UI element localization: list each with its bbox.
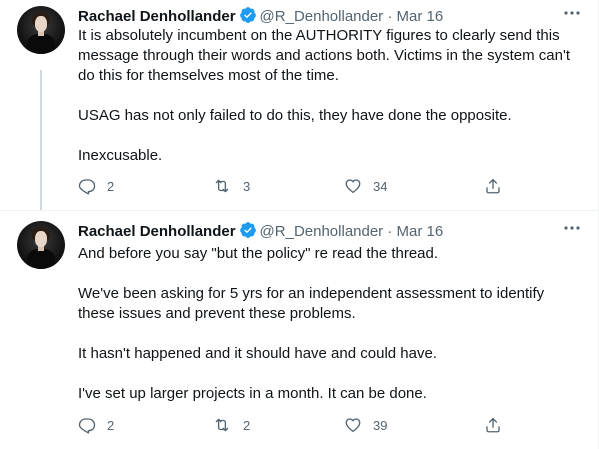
like-count: 39: [373, 417, 388, 433]
tweet-actions: 2 3 34: [78, 177, 518, 197]
reply-button[interactable]: 2: [78, 177, 114, 195]
like-icon: [345, 418, 361, 433]
share-button[interactable]: [484, 177, 502, 195]
reply-icon: [78, 179, 96, 195]
separator: ·: [387, 8, 393, 25]
thread-line: [40, 70, 42, 210]
separator: ·: [387, 223, 393, 240]
retweet-button[interactable]: 2: [212, 416, 250, 434]
avatar[interactable]: [17, 6, 65, 54]
reply-button[interactable]: 2: [78, 416, 114, 434]
like-count: 34: [373, 178, 388, 194]
share-icon: [486, 178, 500, 194]
reply-icon: [78, 418, 96, 434]
tweet-text: It is absolutely incumbent on the AUTHOR…: [78, 26, 583, 166]
tweet[interactable]: Rachael Denhollander @R_Denhollander · Ma…: [0, 0, 598, 210]
more-icon[interactable]: [562, 221, 582, 235]
reply-count: 2: [107, 417, 115, 433]
retweet-count: 3: [243, 178, 251, 194]
tweet-date[interactable]: Mar 16: [397, 223, 444, 240]
retweet-icon: [215, 179, 229, 193]
retweet-button[interactable]: 3: [212, 177, 250, 195]
tweet-paragraph: USAG has not only failed to do this, the…: [78, 107, 512, 124]
tweet-paragraph: We've been asking for 5 yrs for an indep…: [78, 285, 545, 322]
reply-count: 2: [107, 178, 115, 194]
avatar[interactable]: [17, 221, 65, 269]
retweet-count: 2: [243, 417, 251, 433]
tweet-paragraph: It is absolutely incumbent on the AUTHOR…: [78, 27, 570, 84]
tweet-paragraph: And before you say "but the policy" re r…: [78, 245, 439, 262]
tweet-paragraph: I've set up larger projects in a month. …: [78, 385, 427, 402]
author-name[interactable]: Rachael Denhollander: [78, 223, 236, 240]
tweet-paragraph: Inexcusable.: [78, 147, 163, 164]
share-icon: [486, 417, 500, 433]
author-handle[interactable]: @R_Denhollander: [260, 223, 384, 240]
tweet[interactable]: Rachael Denhollander @R_Denhollander · Ma…: [0, 210, 598, 449]
like-icon: [345, 179, 361, 194]
like-button[interactable]: 39: [344, 416, 387, 434]
tweet-text: And before you say "but the policy" re r…: [78, 244, 583, 404]
tweet-date[interactable]: Mar 16: [397, 8, 444, 25]
tweet-header: Rachael Denhollander @R_Denhollander · Ma…: [78, 6, 578, 26]
tweet-actions: 2 2 39: [78, 416, 518, 436]
verified-badge-icon: [239, 221, 257, 243]
author-name[interactable]: Rachael Denhollander: [78, 8, 236, 25]
share-button[interactable]: [484, 416, 502, 434]
author-handle[interactable]: @R_Denhollander: [260, 8, 384, 25]
tweet-header: Rachael Denhollander @R_Denhollander · Ma…: [78, 221, 578, 241]
more-icon[interactable]: [562, 6, 582, 20]
verified-badge-icon: [239, 6, 257, 28]
like-button[interactable]: 34: [344, 177, 387, 195]
tweet-paragraph: It hasn't happened and it should have an…: [78, 345, 437, 362]
retweet-icon: [215, 418, 229, 432]
